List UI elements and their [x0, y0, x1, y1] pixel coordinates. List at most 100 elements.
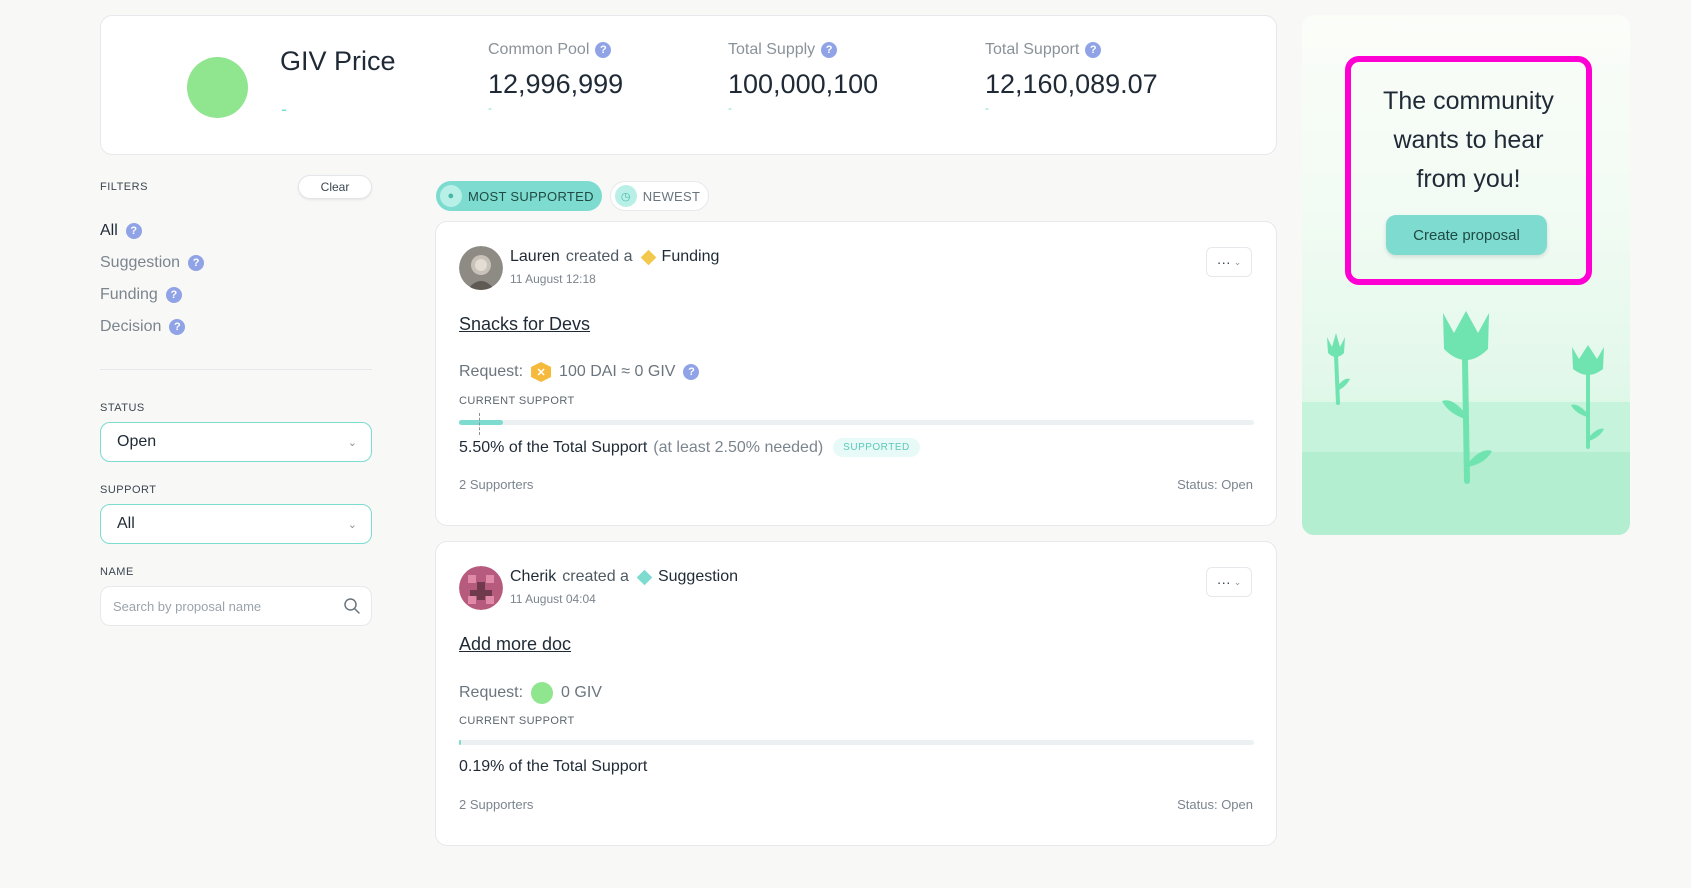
total-support-value: 12,160,089.07 [985, 69, 1158, 99]
current-support-label: CURRENT SUPPORT [459, 395, 575, 407]
request-row: Request: ✕ 100 DAI ≈ 0 GIV ? [459, 362, 700, 382]
author-action: created a [562, 568, 629, 585]
support-progress-fill [459, 740, 461, 745]
users-icon: ● [440, 185, 462, 207]
dai-token-icon: ✕ [531, 362, 552, 382]
support-text-row: 5.50% of the Total Support (at least 2.5… [459, 438, 920, 457]
avatar [459, 246, 503, 290]
proposal-date: 11 August 04:04 [510, 592, 596, 606]
proposal-type: Funding [661, 248, 720, 265]
filter-item-label: All [100, 222, 118, 239]
giv-price-label: GIV Price [280, 46, 396, 76]
author-line: Lauren created a Funding [510, 248, 719, 266]
request-value: 100 DAI ≈ 0 GIV [559, 363, 676, 380]
filter-item-suggestion[interactable]: Suggestion ? [100, 247, 372, 279]
support-progress-bar [459, 740, 1254, 745]
chevron-down-icon: ⌄ [347, 436, 357, 449]
more-icon: ··· [1216, 574, 1231, 590]
funding-icon [640, 249, 656, 265]
author-name[interactable]: Cherik [510, 568, 556, 586]
cta-message: The community wants to hear from you! [1383, 87, 1554, 193]
total-support-sub: - [985, 101, 989, 115]
common-pool-sub: - [488, 101, 492, 115]
proposal-status: Status: Open [1177, 477, 1253, 492]
support-threshold-marker [478, 413, 480, 435]
giv-token-icon [531, 682, 554, 704]
proposal-title-link[interactable]: Add more doc [459, 634, 571, 655]
chevron-down-icon: ⌄ [1233, 576, 1242, 587]
chevron-down-icon: ⌄ [1233, 256, 1242, 267]
total-supply-label: Total Supply [728, 41, 816, 58]
total-supply-value: 100,000,100 [728, 69, 879, 99]
support-progress-fill [459, 420, 503, 425]
proposal-menu-button[interactable]: ··· ⌄ [1206, 567, 1252, 597]
name-label: NAME [100, 566, 134, 578]
total-supply-stat: Total Supply ? 100,000,100 - [728, 41, 878, 114]
support-threshold-note: (at least 2.50% needed) [653, 438, 824, 456]
tab-newest[interactable]: ◷ NEWEST [609, 181, 710, 211]
help-icon[interactable]: ? [188, 255, 205, 271]
request-label: Request: [459, 684, 524, 701]
author-action: created a [565, 248, 633, 265]
common-pool-stat: Common Pool ? 12,996,999 - [488, 41, 623, 114]
proposal-title-link[interactable]: Snacks for Devs [459, 314, 590, 335]
total-support-stat: Total Support ? 12,160,089.07 - [985, 41, 1158, 114]
status-badge: SUPPORTED [833, 438, 920, 457]
status-label: STATUS [100, 402, 145, 414]
proposal-card: Cherik created a Suggestion 11 August 04… [435, 541, 1277, 846]
filters-title: FILTERS [100, 181, 148, 193]
help-icon[interactable]: ? [683, 364, 700, 380]
filter-item-label: Decision [100, 318, 162, 335]
help-icon[interactable]: ? [165, 287, 182, 303]
status-select[interactable]: Open ⌄ [100, 422, 372, 462]
filter-item-all[interactable]: All ? [100, 215, 372, 247]
support-select[interactable]: All ⌄ [100, 504, 372, 544]
filter-item-decision[interactable]: Decision ? [100, 311, 372, 343]
help-icon[interactable]: ? [125, 223, 142, 239]
cta-highlight-box: The community wants to hear from you! Crea… [1345, 56, 1592, 285]
avatar [459, 566, 503, 610]
filters-panel: FILTERS Clear All ? Suggestion ? Funding… [100, 175, 372, 626]
giv-price-value: - [281, 99, 287, 119]
tab-label: MOST SUPPORTED [468, 188, 594, 204]
support-label: SUPPORT [100, 484, 157, 496]
support-select-value: All [117, 515, 135, 532]
chevron-down-icon: ⌄ [347, 518, 357, 531]
help-icon[interactable]: ? [1085, 42, 1102, 58]
search-icon[interactable] [343, 597, 361, 615]
tab-most-supported[interactable]: ● MOST SUPPORTED [436, 181, 602, 211]
filter-item-funding[interactable]: Funding ? [100, 279, 372, 311]
help-icon[interactable]: ? [169, 319, 186, 335]
help-icon[interactable]: ? [821, 42, 838, 58]
search-input[interactable] [113, 598, 333, 614]
clock-icon: ◷ [614, 185, 637, 207]
support-progress-bar [459, 413, 1254, 435]
request-value: 0 GIV [561, 684, 602, 701]
supporters-count: 2 Supporters [459, 477, 534, 492]
name-search-field[interactable] [100, 586, 372, 626]
total-support-label: Total Support [985, 41, 1080, 58]
proposal-status: Status: Open [1177, 797, 1253, 812]
giv-token-icon [187, 57, 248, 118]
filter-item-label: Funding [100, 286, 158, 303]
clear-filters-button[interactable]: Clear [298, 175, 372, 199]
support-percentage: 0.19% of the Total Support [459, 758, 648, 775]
divider [100, 369, 372, 370]
tab-label: NEWEST [642, 188, 701, 204]
stats-card: GIV Price - Common Pool ? 12,996,999 - T… [100, 15, 1277, 155]
common-pool-value: 12,996,999 [488, 69, 624, 99]
create-proposal-card: The community wants to hear from you! Crea… [1302, 15, 1630, 535]
support-percentage: 5.50% of the Total Support [459, 438, 648, 456]
proposal-card: Lauren created a Funding 11 August 12:18… [435, 221, 1277, 526]
total-supply-sub: - [728, 101, 732, 115]
filter-item-label: Suggestion [100, 254, 181, 271]
help-icon[interactable]: ? [595, 42, 612, 58]
status-select-value: Open [117, 433, 157, 450]
filter-type-list: All ? Suggestion ? Funding ? Decision ? [100, 215, 372, 343]
request-row: Request: 0 GIV [459, 682, 602, 704]
proposal-menu-button[interactable]: ··· ⌄ [1206, 247, 1252, 277]
current-support-label: CURRENT SUPPORT [459, 715, 575, 727]
author-name[interactable]: Lauren [510, 248, 560, 266]
proposal-date: 11 August 12:18 [510, 272, 596, 286]
create-proposal-button[interactable]: Create proposal [1386, 215, 1547, 255]
